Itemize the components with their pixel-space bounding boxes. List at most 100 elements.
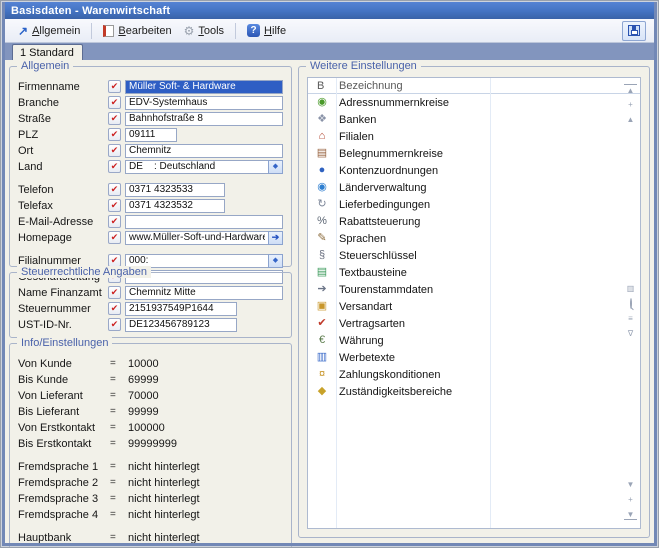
filter-icon[interactable]: ∇ — [624, 328, 637, 339]
notebook-icon — [103, 25, 114, 37]
group-steuerrechtliche-angaben: Steuerrechtliche Angaben Name Finanzamt … — [9, 272, 292, 338]
equals-sign: = — [110, 406, 128, 417]
telefon-input[interactable] — [125, 183, 225, 197]
ustid-label: UST-ID-Nr. — [18, 319, 108, 331]
search-icon[interactable] — [624, 298, 637, 309]
strasse-check-icon[interactable]: ✔ — [108, 112, 121, 125]
magnifier-icon — [630, 298, 632, 309]
left-column: Allgemein Firmenname ✔ Branche ✔ Straße … — [9, 66, 292, 538]
save-button[interactable] — [622, 21, 646, 41]
strasse-input[interactable] — [125, 112, 283, 126]
settings-list-item[interactable]: ● Kontenzuordnungen — [308, 162, 640, 179]
info-label: Fremdsprache 3 — [18, 493, 110, 505]
shipping-type-icon: ▣ — [308, 298, 336, 315]
finanzamt-check-icon[interactable]: ✔ — [108, 286, 121, 299]
plz-check-icon[interactable]: ✔ — [108, 128, 121, 141]
group-tax-title: Steuerrechtliche Angaben — [17, 266, 151, 278]
settings-list-item[interactable]: ➔ Tourenstammdaten — [308, 281, 640, 298]
menu-bearbeiten[interactable]: Bearbeiten — [98, 23, 176, 39]
column-header-b[interactable]: B — [308, 80, 336, 92]
land-dropdown-button[interactable]: ◆ — [268, 160, 283, 174]
info-label: Fremdsprache 1 — [18, 461, 110, 473]
ort-input[interactable] — [125, 144, 283, 158]
page-down-icon[interactable]: ▼ — [624, 479, 637, 490]
steuernummer-input[interactable] — [125, 302, 237, 316]
branche-input[interactable] — [125, 96, 283, 110]
email-input[interactable] — [125, 215, 283, 229]
info-row: Von Kunde = 10000 — [18, 356, 283, 371]
settings-list-item[interactable]: ¤ Zahlungskonditionen — [308, 366, 640, 383]
info-row: Von Erstkontakt = 100000 — [18, 420, 283, 435]
firmenname-check-icon[interactable]: ✔ — [108, 80, 121, 93]
open-link-button[interactable]: ➔ — [268, 231, 283, 245]
telefax-input[interactable] — [125, 199, 225, 213]
table-nav-top: ▲ + ▲ — [624, 84, 637, 125]
arrow-up-right-icon: ↗ — [18, 26, 28, 36]
settings-list-item[interactable]: ⌂ Filialen — [308, 128, 640, 145]
group-allgemein: Allgemein Firmenname ✔ Branche ✔ Straße … — [9, 66, 292, 267]
page-up-icon[interactable]: ▲ — [624, 114, 637, 125]
telefon-check-icon[interactable]: ✔ — [108, 183, 121, 196]
menu-allgemein[interactable]: ↗ Allgemein — [13, 23, 85, 39]
info-row: Hauptbank = nicht hinterlegt — [18, 530, 283, 545]
dropdown-diamond-icon: ◆ — [273, 163, 278, 170]
banks-icon: ❖ — [308, 111, 336, 128]
filialnummer-dropdown-button[interactable]: ◆ — [268, 254, 283, 268]
email-label: E-Mail-Adresse — [18, 216, 108, 228]
go-first-icon[interactable]: ▲ — [624, 84, 637, 95]
settings-list-item[interactable]: ↻ Lieferbedingungen — [308, 196, 640, 213]
settings-list-item[interactable]: ▣ Versandart — [308, 298, 640, 315]
settings-list-item[interactable]: ✎ Sprachen — [308, 230, 640, 247]
firmenname-input[interactable] — [125, 80, 283, 94]
email-check-icon[interactable]: ✔ — [108, 215, 121, 228]
land-check-icon[interactable]: ✔ — [108, 160, 121, 173]
settings-list-item[interactable]: % Rabattsteuerung — [308, 213, 640, 230]
branche-check-icon[interactable]: ✔ — [108, 96, 121, 109]
settings-list-item[interactable]: ▤ Textbausteine — [308, 264, 640, 281]
finanzamt-input[interactable] — [125, 286, 283, 300]
tab-strip: 1 Standard — [5, 43, 654, 60]
telefax-check-icon[interactable]: ✔ — [108, 199, 121, 212]
info-label: Von Lieferant — [18, 390, 110, 402]
tab-standard[interactable]: 1 Standard — [12, 44, 83, 60]
settings-list-item[interactable]: € Währung — [308, 332, 640, 349]
plz-input[interactable] — [125, 128, 177, 142]
menu-tools[interactable]: ⚙ Tools — [179, 23, 229, 39]
steuernummer-label: Steuernummer — [18, 303, 108, 315]
branch-offices-icon: ⌂ — [308, 128, 336, 145]
insert-row-icon[interactable]: + — [624, 99, 637, 110]
settings-list-item[interactable]: ▤ Belegnummernkreise — [308, 145, 640, 162]
tax-key-icon: § — [308, 247, 336, 264]
ort-check-icon[interactable]: ✔ — [108, 144, 121, 157]
steuernummer-check-icon[interactable]: ✔ — [108, 302, 121, 315]
gear-icon: ⚙ — [184, 25, 195, 37]
settings-list-item[interactable]: § Steuerschlüssel — [308, 247, 640, 264]
field-ort: Ort ✔ — [18, 143, 283, 158]
go-last-icon[interactable]: ▼ — [624, 509, 637, 520]
document-number-ranges-icon: ▤ — [308, 145, 336, 162]
telefax-label: Telefax — [18, 200, 108, 212]
ustid-check-icon[interactable]: ✔ — [108, 318, 121, 331]
list-icon[interactable]: ≡ — [624, 313, 637, 324]
homepage-input[interactable] — [125, 231, 268, 245]
settings-list-item[interactable]: ◉ Länderverwaltung — [308, 179, 640, 196]
menu-hilfe[interactable]: ? Hilfe — [242, 22, 291, 39]
main-toolbar: ↗ Allgemein Bearbeiten ⚙ Tools ? Hilfe — [5, 19, 654, 43]
delivery-terms-icon: ↻ — [308, 196, 336, 213]
group-settings-title: Weitere Einstellungen — [306, 60, 421, 72]
ustid-input[interactable] — [125, 318, 237, 332]
group-info-title: Info/Einstellungen — [17, 337, 112, 349]
equals-sign: = — [110, 493, 128, 504]
settings-list-item[interactable]: ◆ Zuständigkeitsbereiche — [308, 383, 640, 400]
settings-list-item[interactable]: ❖ Banken — [308, 111, 640, 128]
delete-row-icon[interactable]: + — [624, 494, 637, 505]
settings-list-item[interactable]: ▥ Werbetexte — [308, 349, 640, 366]
filialnummer-label: Filialnummer — [18, 255, 108, 267]
land-input[interactable] — [125, 160, 268, 174]
columns-icon[interactable]: ▥ — [624, 283, 637, 294]
column-header-bezeichnung[interactable]: Bezeichnung — [336, 80, 403, 92]
homepage-check-icon[interactable]: ✔ — [108, 231, 121, 244]
settings-list-item[interactable]: ✔ Vertragsarten — [308, 315, 640, 332]
dropdown-diamond-icon: ◆ — [273, 257, 278, 264]
settings-list-item[interactable]: ◉ Adressnummernkreise — [308, 94, 640, 111]
